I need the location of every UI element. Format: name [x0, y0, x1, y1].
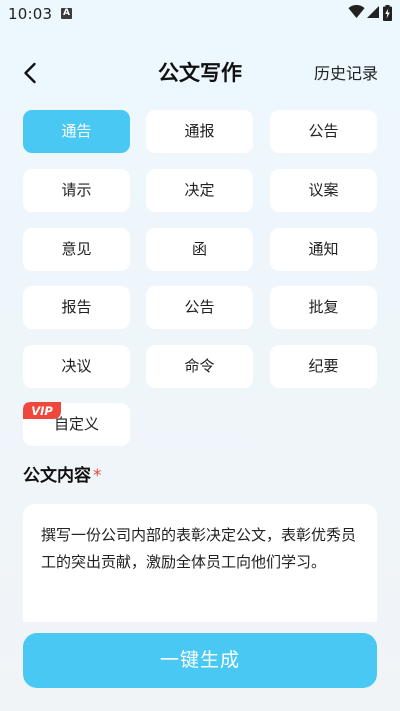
doc-type-option[interactable]: 命令 [146, 345, 253, 388]
doc-type-option[interactable]: 决议 [23, 345, 130, 388]
doc-type-option[interactable]: 通告 [23, 110, 130, 153]
doc-type-option[interactable]: 议案 [270, 169, 377, 212]
doc-type-option[interactable]: 公告 [270, 110, 377, 153]
content-section-label: 公文内容 * [23, 464, 102, 488]
doc-type-option[interactable]: 意见 [23, 228, 130, 271]
doc-type-option[interactable]: 报告 [23, 286, 130, 329]
doc-type-option[interactable]: 通知 [270, 228, 377, 271]
back-button[interactable] [16, 58, 46, 88]
generate-button[interactable]: 一键生成 [23, 633, 377, 688]
required-mark: * [93, 466, 102, 486]
wifi-icon [348, 5, 365, 18]
content-textarea[interactable]: 撰写一份公司内部的表彰决定公文，表彰优秀员工的突出贡献，激励全体员工向他们学习。 [23, 504, 377, 622]
chevron-left-icon [24, 62, 36, 84]
status-bar: 10:03 A [0, 0, 400, 28]
notification-icon: A [61, 8, 72, 19]
status-time: 10:03 [8, 5, 53, 23]
history-button[interactable]: 历史记录 [314, 61, 378, 87]
status-icons [348, 5, 392, 21]
vip-badge-text: VIP [31, 404, 53, 418]
signal-icon [367, 6, 379, 18]
vip-badge: VIP [23, 402, 61, 419]
content-label: 公文内容 [23, 466, 91, 486]
doc-type-option[interactable]: 批复 [270, 286, 377, 329]
doc-type-option[interactable]: 决定 [146, 169, 253, 212]
doc-type-option[interactable]: 请示 [23, 169, 130, 212]
page-title: 公文写作 [158, 61, 242, 85]
doc-type-option[interactable]: 函 [146, 228, 253, 271]
battery-charging-icon [383, 5, 392, 21]
content-text: 撰写一份公司内部的表彰决定公文，表彰优秀员工的突出贡献，激励全体员工向他们学习。 [41, 526, 357, 571]
doc-type-option[interactable]: 纪要 [270, 345, 377, 388]
doc-type-option[interactable]: 公告 [146, 286, 253, 329]
doc-type-option[interactable]: 通报 [146, 110, 253, 153]
